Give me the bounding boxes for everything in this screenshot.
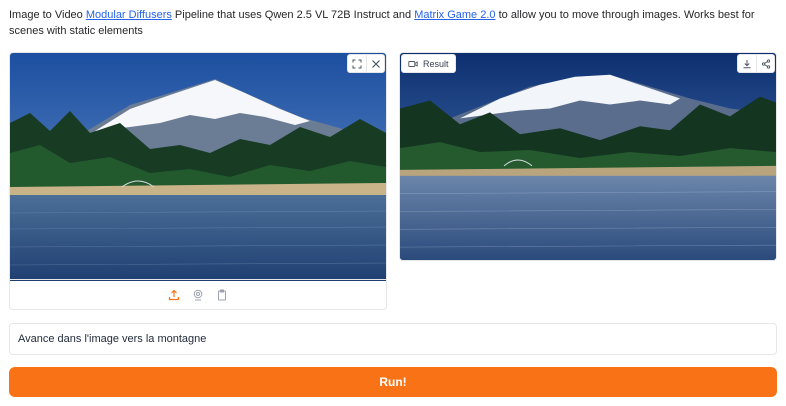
- matrix-game-link[interactable]: Matrix Game 2.0: [414, 9, 495, 21]
- run-button[interactable]: Run!: [9, 367, 777, 397]
- input-image-toolbar: [347, 54, 385, 73]
- description-text-1: Image to Video: [9, 9, 86, 21]
- close-icon[interactable]: [366, 55, 384, 72]
- download-icon[interactable]: [738, 55, 756, 72]
- image-source-bar: [10, 279, 386, 309]
- clipboard-icon[interactable]: [215, 288, 229, 302]
- result-label-text: Result: [423, 58, 449, 69]
- output-video-panel: Result: [399, 52, 777, 261]
- fullscreen-icon[interactable]: [348, 55, 366, 72]
- input-image-panel[interactable]: [9, 52, 387, 310]
- result-label: Result: [401, 54, 456, 73]
- share-icon[interactable]: [756, 55, 774, 72]
- webcam-icon[interactable]: [191, 288, 205, 302]
- modular-diffusers-link[interactable]: Modular Diffusers: [86, 9, 172, 21]
- description-text-2: Pipeline that uses Qwen 2.5 VL 72B Instr…: [171, 9, 415, 21]
- prompt-input[interactable]: [9, 323, 777, 355]
- output-video[interactable]: [400, 53, 776, 260]
- input-image: [10, 53, 386, 281]
- output-video-toolbar: [737, 54, 775, 73]
- video-icon: [408, 60, 418, 67]
- app-description: Image to Video Modular Diffusers Pipelin…: [9, 7, 779, 39]
- upload-icon[interactable]: [167, 288, 181, 302]
